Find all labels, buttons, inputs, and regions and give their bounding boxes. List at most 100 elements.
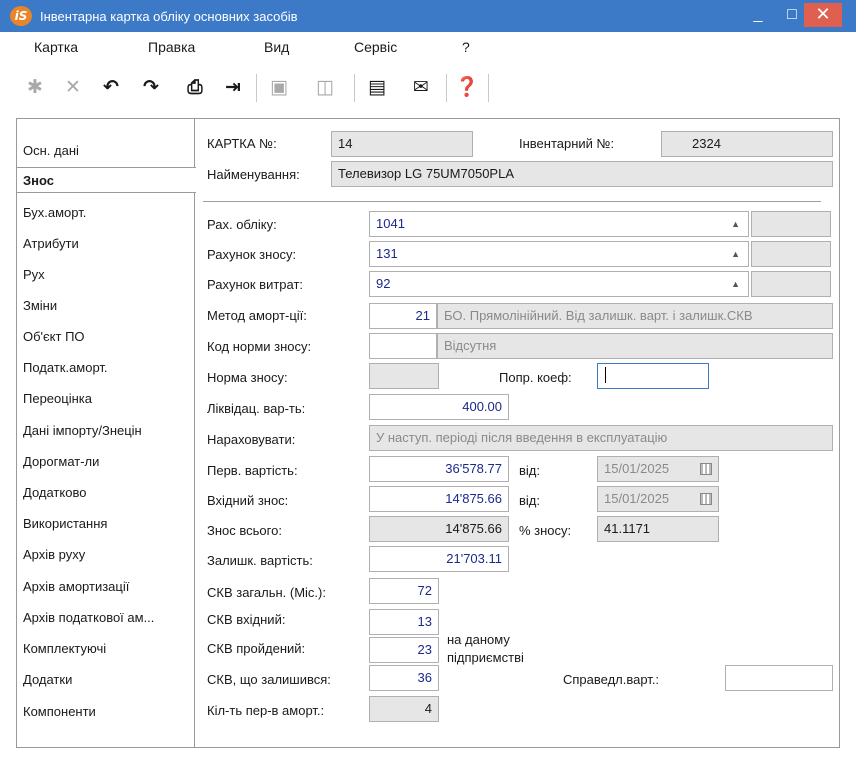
toolbar: ✱ ✕ ↶ ↷ ⎙ ⇥ ▣ ◫ ▤ ✉ ❓	[0, 60, 856, 108]
sidebar-item-object-po[interactable]: Об'єкт ПО	[23, 329, 85, 344]
acc-extra-field	[751, 211, 831, 237]
exp-acc-label: Рахунок витрат:	[207, 277, 304, 292]
residual-field[interactable]: 21'703.11	[369, 546, 509, 572]
sidebar-item-depreciation[interactable]: Знос	[23, 173, 54, 188]
sidebar-item-attachments[interactable]: Додатки	[23, 672, 72, 687]
liq-value-field[interactable]: 400.00	[369, 394, 509, 420]
in-dep-field[interactable]: 14'875.66	[369, 486, 509, 512]
enterprise-note-2: підприємстві	[447, 650, 524, 665]
sidebar-item-revaluation[interactable]: Переоцінка	[23, 391, 92, 406]
in-date-field[interactable]: 15/01/2025	[597, 486, 719, 512]
sidebar-item-additional[interactable]: Додатково	[23, 485, 86, 500]
redo-icon[interactable]: ↷	[138, 74, 164, 100]
acc-select[interactable]: 1041 ▲	[369, 211, 749, 237]
periods-field: 4	[369, 696, 439, 722]
dep-acc-value: 131	[376, 246, 398, 261]
help-icon[interactable]: ❓	[454, 74, 480, 100]
menu-bar: Картка Правка Вид Сервіс ?	[0, 32, 856, 60]
skv-total-field[interactable]: 72	[369, 578, 439, 604]
sidebar-item-components[interactable]: Компоненти	[23, 704, 96, 719]
card-no-field: 14	[331, 131, 473, 157]
skv-passed-label: СКВ пройдений:	[207, 641, 306, 656]
sidebar-item-import-data[interactable]: Дані імпорту/Знецін	[23, 423, 142, 438]
toolbar-separator	[354, 74, 355, 102]
sidebar-item-attributes[interactable]: Атрибути	[23, 236, 79, 251]
periods-label: Кіл-ть пер-в аморт.:	[207, 703, 325, 718]
undo-icon[interactable]: ↶	[98, 74, 124, 100]
dropdown-arrow-icon[interactable]: ▲	[731, 272, 740, 296]
book-icon[interactable]: ◫	[312, 74, 338, 100]
sidebar-item-acc-amort[interactable]: Бух.аморт.	[23, 205, 86, 220]
name-field: Телевизор LG 75UM7050PLA	[331, 161, 833, 187]
norm-code-field[interactable]	[369, 333, 437, 359]
acc-label: Рах. обліку:	[207, 217, 277, 232]
toolbar-separator	[446, 74, 447, 102]
method-name-field: БО. Прямолінійний. Від залишк. варт. і з…	[437, 303, 833, 329]
coef-input[interactable]	[597, 363, 709, 389]
menu-view[interactable]: Вид	[264, 39, 289, 55]
app-logo-icon: iS	[10, 6, 32, 26]
method-label: Метод аморт-ції:	[207, 308, 307, 323]
sidebar-item-components-parts[interactable]: Комплектуючі	[23, 641, 106, 656]
delete-card-icon[interactable]: ✕	[60, 74, 86, 100]
acc-value: 1041	[376, 216, 405, 231]
dep-acc-select[interactable]: 131 ▲	[369, 241, 749, 267]
skv-in-label: СКВ вхідний:	[207, 612, 286, 627]
residual-label: Залишк. вартість:	[207, 553, 313, 568]
sidebar-item-movement[interactable]: Рух	[23, 267, 45, 282]
coef-label: Попр. коеф:	[499, 370, 572, 385]
calendar-icon[interactable]	[700, 493, 712, 505]
skv-in-field[interactable]: 13	[369, 609, 439, 635]
sidebar-item-movement-archive[interactable]: Архів руху	[23, 547, 85, 562]
sidebar-item-changes[interactable]: Зміни	[23, 298, 57, 313]
fair-value-field[interactable]	[725, 665, 833, 691]
dropdown-arrow-icon[interactable]: ▲	[731, 242, 740, 266]
init-date-value: 15/01/2025	[604, 461, 670, 476]
norm-code-name-field: Відсутня	[437, 333, 833, 359]
init-date-field[interactable]: 15/01/2025	[597, 456, 719, 482]
in-dep-label: Вхідний знос:	[207, 493, 289, 508]
method-code-field[interactable]: 21	[369, 303, 437, 329]
sidebar-item-usage[interactable]: Використання	[23, 516, 107, 531]
dep-acc-label: Рахунок зносу:	[207, 247, 297, 262]
sidebar-item-main[interactable]: Осн. дані	[23, 143, 79, 158]
init-cost-label: Перв. вартість:	[207, 463, 298, 478]
new-card-icon[interactable]: ✱	[22, 74, 48, 100]
exp-acc-select[interactable]: 92 ▲	[369, 271, 749, 297]
card-no-label: КАРТКА №:	[207, 136, 277, 151]
exit-icon[interactable]: ⇥	[220, 74, 246, 100]
norm-code-label: Код норми зносу:	[207, 339, 312, 354]
menu-edit[interactable]: Правка	[148, 39, 195, 55]
norm-label: Норма зносу:	[207, 370, 288, 385]
inv-no-field: 2324	[661, 131, 833, 157]
exp-acc-extra-field	[751, 271, 831, 297]
card-panel: Осн. дані Знос Бух.аморт. Атрибути Рух З…	[16, 118, 840, 748]
sidebar-item-precious-metals[interactable]: Дорогмат-ли	[23, 454, 99, 469]
menu-card[interactable]: Картка	[34, 39, 78, 55]
accrue-field: У наступ. періоді після введення в експл…	[369, 425, 833, 451]
menu-help[interactable]: ?	[462, 39, 470, 55]
total-dep-label: Знос всього:	[207, 523, 282, 538]
fair-label: Справедл.варт.:	[563, 672, 660, 687]
mail-icon[interactable]: ✉	[408, 74, 434, 100]
init-cost-field[interactable]: 36'578.77	[369, 456, 509, 482]
sidebar-item-tax-amort[interactable]: Податк.аморт.	[23, 360, 108, 375]
norm-field	[369, 363, 439, 389]
pct-field: 41.1171	[597, 516, 719, 542]
enterprise-note-1: на даному	[447, 632, 510, 647]
print-icon[interactable]: ⎙	[182, 74, 208, 100]
exp-acc-value: 92	[376, 276, 391, 291]
dep-acc-extra-field	[751, 241, 831, 267]
save-icon[interactable]: ▣	[266, 74, 292, 100]
sidebar-item-tax-amort-archive[interactable]: Архів податкової ам...	[23, 610, 154, 625]
calendar-icon[interactable]	[700, 463, 712, 475]
form-icon[interactable]: ▤	[364, 74, 390, 100]
dropdown-arrow-icon[interactable]: ▲	[731, 212, 740, 236]
in-from-label: від:	[519, 493, 540, 508]
close-button[interactable]: ✕	[804, 3, 842, 27]
menu-service[interactable]: Сервіс	[354, 39, 397, 55]
skv-left-field[interactable]: 36	[369, 665, 439, 691]
sidebar-item-amort-archive[interactable]: Архів амортизації	[23, 579, 129, 594]
text-cursor	[605, 367, 606, 383]
skv-passed-field[interactable]: 23	[369, 637, 439, 663]
